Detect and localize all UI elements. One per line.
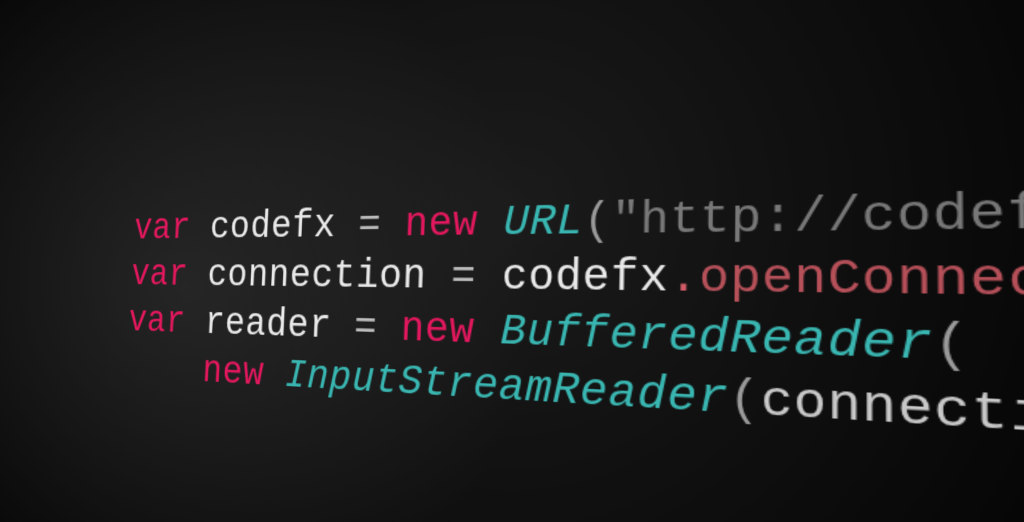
string-url: "http://codefx.org" [611,178,1024,247]
keyword-new: new [201,350,265,397]
code-line-1: var codefx = new URL("http://codefx.org"… [133,175,1024,249]
punct-dot: . [668,253,699,306]
punct-lparen: ( [729,373,761,429]
identifier-connection: connection [761,374,1024,453]
perspective-stage: var codefx = new URL("http://codefx.org"… [0,0,1024,522]
operator-equals: = [357,202,382,248]
identifier-connection: connection [206,253,427,300]
keyword-new: new [404,200,479,248]
operator-equals: = [353,305,378,352]
operator-equals: = [450,253,477,301]
keyword-new: new [400,306,476,356]
keyword-var: var [127,300,186,343]
punct-lparen: ( [583,196,612,246]
method-openconnection: openConnection [699,251,1024,314]
code-block: var codefx = new URL("http://codefx.org"… [122,54,1024,522]
punct-lparen: ( [933,316,971,376]
type-url: URL [503,197,584,247]
identifier-reader: reader [204,302,332,350]
type-inputstreamreader: InputStreamReader [284,353,729,427]
identifier-codefx: codefx [501,253,669,305]
identifier-codefx: codefx [209,204,337,249]
keyword-var: var [133,207,192,249]
keyword-var: var [130,254,189,296]
